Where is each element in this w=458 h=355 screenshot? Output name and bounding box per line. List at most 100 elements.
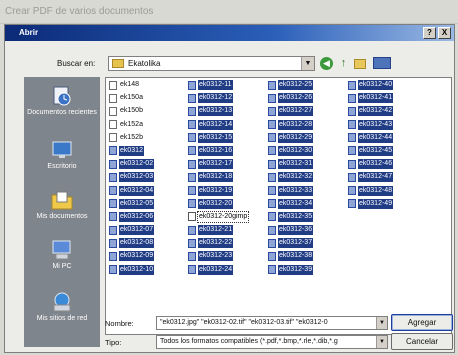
file-name: ek0312-44 [358, 132, 394, 143]
file-item[interactable]: ek0312-44 [348, 132, 394, 146]
file-item[interactable]: ek0312-49 [348, 198, 394, 212]
file-item[interactable]: ek0312-45 [348, 145, 394, 159]
file-item[interactable]: ek0312-28 [268, 119, 314, 133]
file-item[interactable]: ek0312-38 [268, 251, 314, 264]
file-name: ek0312-18 [198, 172, 234, 183]
file-item[interactable]: ek0312-14 [188, 119, 248, 133]
help-button[interactable]: ? [423, 27, 436, 39]
file-item[interactable]: ek0312-47 [348, 172, 394, 185]
file-item[interactable]: ek0312-35 [268, 211, 314, 225]
file-item[interactable]: ek0312-02 [109, 159, 155, 172]
file-list[interactable]: ek148 ek150a ek150b ek152a ek152b ek0312 ek031… [105, 77, 452, 335]
image-file-icon [348, 133, 356, 143]
file-item[interactable]: ek0312-10 [109, 264, 155, 278]
file-item[interactable]: ek0312-21 [188, 225, 248, 238]
place-desktop[interactable]: Escritorio [24, 139, 100, 171]
file-item[interactable]: ek0312-46 [348, 159, 394, 172]
file-item[interactable]: ek0312-19 [188, 185, 248, 199]
chevron-down-icon[interactable]: ▼ [376, 317, 387, 329]
file-item[interactable]: ek148 [109, 80, 154, 93]
file-item[interactable]: ek0312-41 [348, 93, 394, 106]
file-item[interactable]: ek0312-11 [188, 80, 248, 93]
image-file-icon [348, 106, 356, 116]
up-folder-icon[interactable]: ↑ [337, 57, 350, 70]
file-name: ek0312-06 [119, 211, 155, 222]
file-item[interactable]: ek0312-13 [188, 106, 248, 119]
file-item[interactable]: ek0312-39 [268, 264, 314, 278]
file-item[interactable]: ek0312 [109, 145, 154, 159]
file-item[interactable]: ek152b [109, 133, 154, 146]
file-item[interactable]: ek0312-08 [109, 238, 155, 251]
file-item[interactable]: ek0312-20 [188, 198, 248, 212]
network-places-icon [53, 292, 71, 312]
image-file-icon [268, 93, 276, 103]
file-name: ek150a [120, 94, 143, 102]
file-item[interactable]: ek0312-03 [109, 172, 155, 185]
file-item[interactable]: ek0312-34 [268, 198, 314, 212]
file-name: ek0312-45 [358, 145, 394, 156]
file-item[interactable]: ek0312-16 [188, 145, 248, 159]
file-item[interactable]: ek0312-48 [348, 185, 394, 199]
file-item[interactable]: ek0312-20gimp [188, 210, 250, 225]
file-item[interactable]: ek0312-09 [109, 251, 155, 264]
file-item[interactable]: ek0312-18 [188, 172, 248, 185]
file-item[interactable]: ek0312-25 [268, 80, 314, 93]
file-name: ek0312-16 [198, 145, 234, 156]
place-network[interactable]: Mis sitios de red [24, 291, 100, 323]
file-name: ek0312-49 [358, 198, 394, 209]
file-name: ek0312-23 [198, 251, 234, 262]
file-name: ek0312-32 [278, 172, 314, 183]
file-item[interactable]: ek0312-32 [268, 172, 314, 185]
file-item[interactable]: ek0312-30 [268, 145, 314, 159]
image-file-icon [268, 80, 276, 90]
file-item[interactable]: ek0312-04 [109, 185, 155, 199]
file-item[interactable]: ek0312-26 [268, 93, 314, 106]
look-in-label: Buscar en: [57, 59, 96, 68]
image-file-icon [188, 238, 196, 248]
file-item[interactable]: ek150a [109, 93, 154, 106]
file-name: ek0312-34 [278, 198, 314, 209]
file-item[interactable]: ek152a [109, 120, 154, 133]
file-name: ek0312-15 [198, 132, 234, 143]
file-item[interactable]: ek0312-42 [348, 106, 394, 119]
file-item[interactable]: ek0312-12 [188, 93, 248, 106]
place-recent[interactable]: Documentos recientes [24, 85, 100, 117]
dialog-title-bar[interactable]: Abrir ? X [5, 25, 454, 41]
file-item[interactable]: ek0312-07 [109, 225, 155, 238]
file-name: ek0312-22 [198, 238, 234, 249]
file-item[interactable]: ek0312-15 [188, 132, 248, 146]
file-item[interactable]: ek0312-29 [268, 132, 314, 146]
place-my-pc[interactable]: Mi PC [24, 239, 100, 271]
file-item[interactable]: ek0312-36 [268, 225, 314, 238]
file-item[interactable]: ek0312-22 [188, 238, 248, 251]
views-menu-icon[interactable] [373, 57, 391, 69]
image-file-icon [348, 186, 356, 195]
file-item[interactable]: ek0312-06 [109, 211, 155, 225]
file-item[interactable]: ek0312-33 [268, 185, 314, 199]
file-item[interactable]: ek0312-27 [268, 106, 314, 119]
file-item[interactable]: ek0312-17 [188, 159, 248, 172]
file-item[interactable]: ek150b [109, 106, 154, 119]
file-item[interactable]: ek0312-05 [109, 198, 155, 212]
chevron-down-icon[interactable]: ▼ [301, 57, 314, 70]
chevron-down-icon[interactable]: ▼ [376, 336, 387, 348]
file-name: ek0312-33 [278, 185, 314, 196]
file-item[interactable]: ek0312-43 [348, 119, 394, 133]
back-arrow-icon[interactable]: ◀ [320, 57, 333, 70]
look-in-dropdown[interactable]: Ekatolika ▼ [108, 56, 315, 71]
file-name: ek0312 [119, 145, 144, 156]
close-button[interactable]: X [438, 27, 451, 39]
file-item[interactable]: ek0312-24 [188, 264, 248, 278]
file-item[interactable]: ek0312-31 [268, 159, 314, 172]
file-item[interactable]: ek0312-40 [348, 80, 394, 93]
place-my-documents[interactable]: Mis documentos [24, 189, 100, 221]
file-item[interactable]: ek0312-23 [188, 251, 248, 264]
file-item[interactable]: ek0312-37 [268, 238, 314, 251]
file-column: ek0312-11 ek0312-12 ek0312-13 ek0312-14 ek03… [188, 80, 250, 278]
file-type-select[interactable]: Todos los formatos compatibles (*.pdf,*.… [156, 335, 388, 349]
new-folder-icon[interactable] [354, 59, 366, 69]
add-button[interactable]: Agregar [391, 314, 453, 331]
cancel-button[interactable]: Cancelar [391, 333, 453, 350]
image-file-icon [348, 80, 356, 90]
file-name-field[interactable]: "ek0312.jpg" "ek0312-02.tif" "ek0312-03.… [156, 316, 388, 330]
